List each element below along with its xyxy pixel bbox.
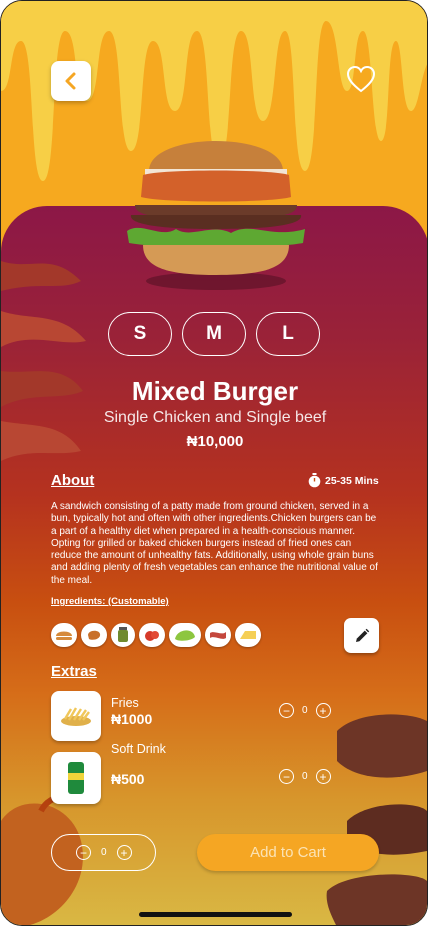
increment-button[interactable]: + (116, 845, 132, 860)
about-heading: About (51, 472, 95, 489)
prep-time-label: 25-35 Mins (325, 474, 379, 487)
size-l-button[interactable]: L (256, 312, 320, 356)
stopwatch-icon (308, 473, 321, 488)
fries-quantity-stepper: − 0 + (279, 703, 331, 718)
tomato-icon (145, 631, 159, 641)
burger-image (127, 141, 305, 290)
decrement-button[interactable]: − (76, 845, 91, 860)
increment-button[interactable]: + (315, 703, 331, 718)
increment-button[interactable]: + (315, 769, 331, 784)
steak-decoration (326, 714, 427, 925)
decrement-button[interactable]: − (279, 703, 294, 718)
edit-ingredients-button[interactable] (344, 618, 379, 653)
pickle-jar-icon (118, 627, 128, 642)
size-m-button[interactable]: M (182, 312, 246, 356)
decrement-button[interactable]: − (279, 769, 294, 784)
main-quantity-controls: − 0 + (76, 845, 132, 860)
lettuce-icon (175, 630, 195, 641)
heart-icon[interactable] (346, 65, 376, 93)
product-price: ₦10,000 (186, 433, 244, 450)
soft-drink-quantity-stepper: − 0 + (279, 769, 331, 784)
bacon-decoration (1, 261, 86, 461)
cheese-icon (240, 631, 256, 639)
chevron-left-icon (65, 72, 76, 90)
product-title: Mixed Burger (131, 376, 299, 406)
product-description: A sandwich consisting of a patty made fr… (51, 501, 378, 586)
ingredient-bun[interactable] (51, 623, 77, 647)
fries-image (51, 691, 101, 741)
quantity-value: 0 (302, 705, 308, 716)
pencil-icon (355, 628, 369, 642)
extra-price: ₦500 (111, 771, 145, 787)
fries-icon (61, 707, 91, 726)
back-button[interactable] (51, 61, 91, 101)
size-selector: S M L (108, 312, 320, 356)
ingredients-heading[interactable]: Ingredients: (Customable) (51, 596, 169, 607)
ingredient-bacon[interactable] (205, 623, 231, 647)
extra-price: ₦1000 (111, 711, 153, 727)
extra-name: Fries (111, 696, 139, 710)
prep-time: 25-35 Mins (308, 473, 379, 488)
quantity-value: 0 (302, 771, 308, 782)
ingredient-cheese[interactable] (235, 623, 261, 647)
phone-screen: S M L Mixed Burger Single Chicken and Si… (0, 0, 428, 926)
soft-drink-image (51, 752, 101, 804)
chicken-icon (88, 630, 101, 640)
ingredient-pickle[interactable] (111, 623, 135, 647)
bun-icon (56, 631, 72, 640)
extras-heading: Extras (51, 663, 97, 680)
product-subtitle: Single Chicken and Single beef (103, 409, 327, 426)
quantity-value: 0 (101, 847, 107, 858)
ingredient-lettuce[interactable] (169, 623, 201, 647)
home-indicator (139, 912, 292, 917)
add-to-cart-button[interactable]: Add to Cart (197, 834, 379, 871)
extra-name: Soft Drink (111, 742, 166, 756)
bacon-icon (210, 632, 226, 639)
ingredients-list (51, 623, 261, 647)
ingredient-chicken[interactable] (81, 623, 107, 647)
size-s-button[interactable]: S (108, 312, 172, 356)
ingredient-tomato[interactable] (139, 623, 165, 647)
soda-can-icon (68, 762, 84, 794)
